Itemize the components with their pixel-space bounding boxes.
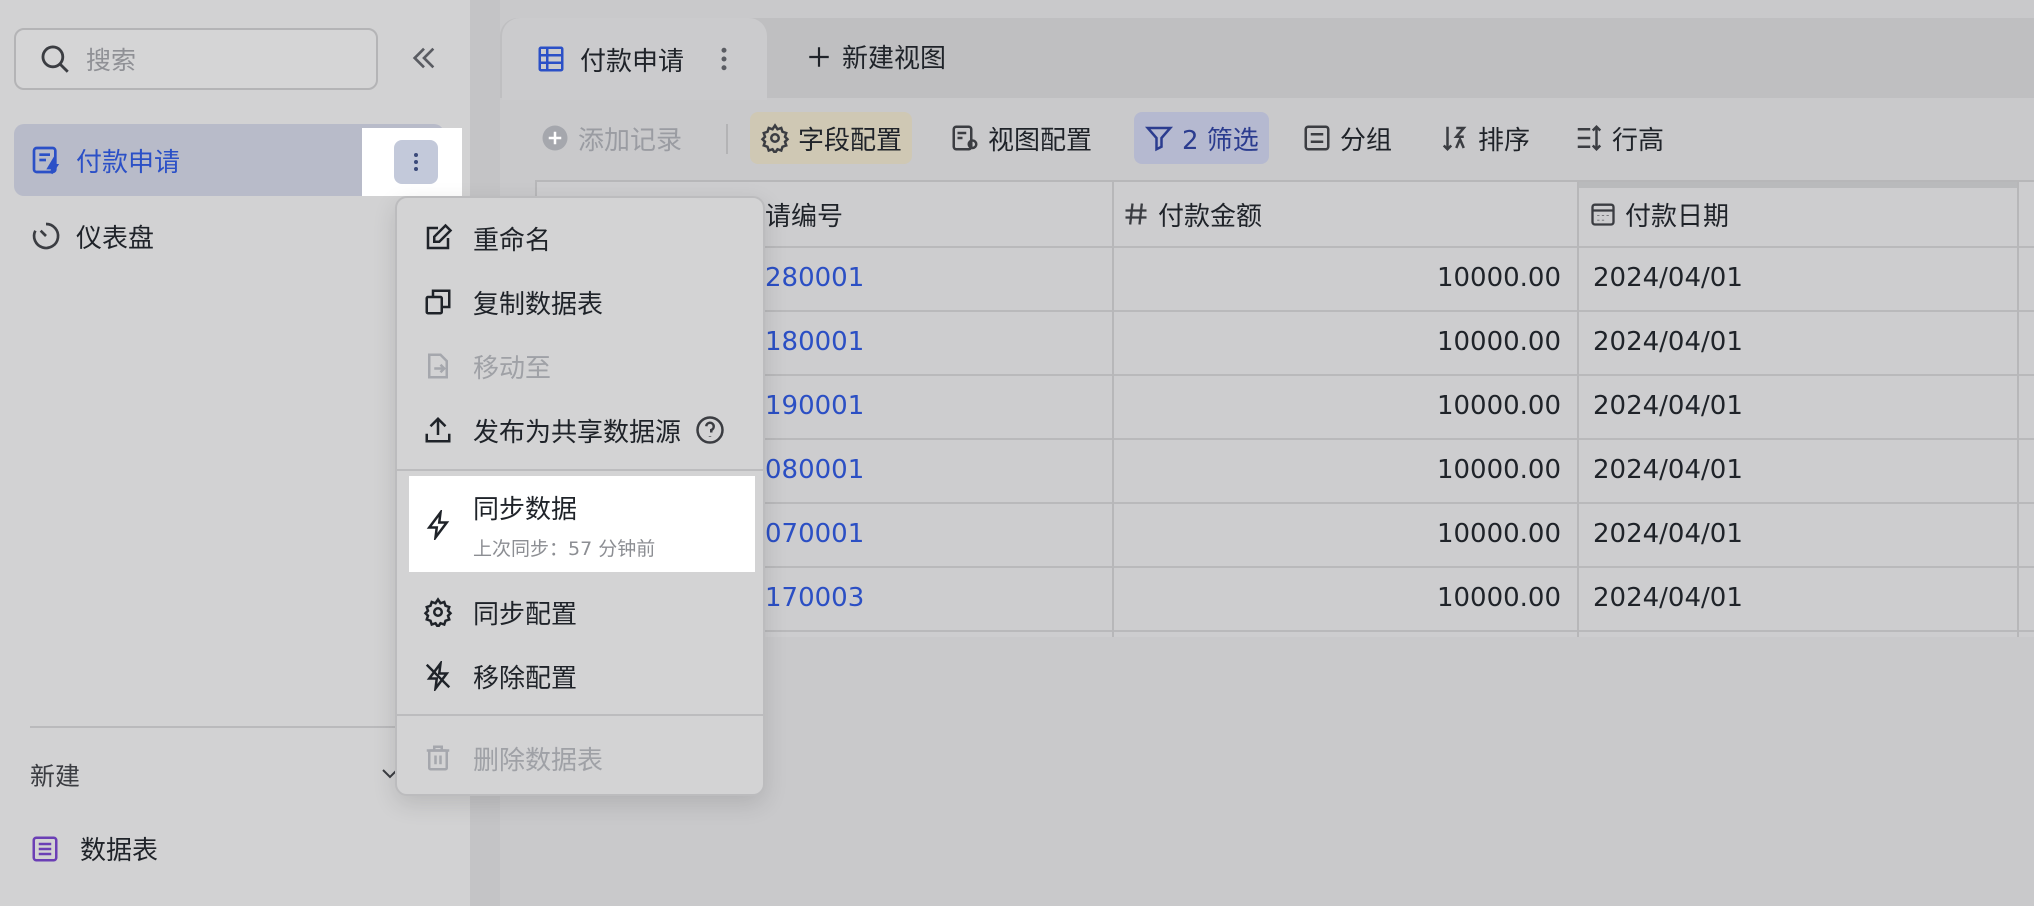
new-view-label: 新建视图	[842, 44, 947, 74]
sidebar-item-label: 仪表盘	[76, 223, 155, 254]
menu-item-remove-config[interactable]: 移除配置	[397, 646, 763, 706]
last-sync-text: 上次同步：57 分钟前	[473, 538, 656, 560]
view-settings-icon	[952, 125, 978, 151]
group-button[interactable]: 分组	[1302, 112, 1392, 164]
menu-item-label: 发布为共享数据源	[473, 417, 682, 448]
cell-amount[interactable]: 10000.00	[1112, 566, 1577, 630]
view-config-label: 视图配置	[988, 125, 1093, 156]
trash-icon	[426, 745, 450, 771]
search-placeholder: 搜索	[86, 46, 137, 75]
copy-icon	[425, 289, 451, 315]
menu-item-sync-data[interactable]: 同步数据 上次同步：57 分钟前	[397, 480, 763, 570]
add-record-button[interactable]: 添加记录	[540, 112, 682, 164]
menu-item-label: 删除数据表	[473, 745, 604, 776]
group-label: 分组	[1340, 125, 1393, 156]
menu-divider	[397, 714, 763, 716]
menu-item-sync-config[interactable]: 同步配置	[397, 582, 763, 642]
sidebar-item-label: 付款申请	[76, 147, 181, 178]
column-header-date[interactable]: 付款日期	[1577, 182, 2017, 246]
group-icon	[1304, 125, 1330, 151]
lightning-off-icon	[425, 661, 451, 691]
filter-label: 2 筛选	[1182, 125, 1259, 156]
column-header-label: 付款日期	[1625, 201, 1730, 232]
column-header-amount[interactable]: 付款金额	[1112, 182, 1577, 246]
sort-label: 排序	[1478, 125, 1531, 156]
gear-icon	[760, 123, 790, 153]
gear-icon	[423, 597, 453, 627]
column-divider	[1577, 182, 1579, 637]
more-options-button[interactable]	[394, 140, 438, 184]
cell-date[interactable]: 2024/04/01	[1577, 246, 2017, 310]
cell-amount[interactable]: 10000.00	[1112, 502, 1577, 566]
cell-amount[interactable]: 10000.00	[1112, 246, 1577, 310]
sort-icon	[1442, 126, 1467, 152]
sidebar-divider	[30, 726, 400, 728]
calendar-icon	[1591, 203, 1615, 226]
tab-payment-request[interactable]: 付款申请	[502, 18, 767, 100]
cell-amount[interactable]: 10000.00	[1112, 438, 1577, 502]
search-input[interactable]: 搜索	[14, 28, 378, 90]
tab-label: 付款申请	[580, 46, 685, 77]
table-icon	[32, 836, 58, 861]
sort-button[interactable]: 排序	[1440, 112, 1530, 164]
row-height-label: 行高	[1612, 125, 1665, 156]
add-record-label: 添加记录	[578, 125, 683, 156]
plus-icon	[809, 46, 829, 67]
context-menu: 重命名 复制数据表 移动至 发布为共享数据源 同步数据 上次同步：57 分钟前	[395, 196, 765, 796]
automated-table-icon	[32, 146, 60, 175]
lightning-icon	[426, 510, 450, 540]
menu-divider	[397, 469, 763, 471]
column-header-label: 付款金额	[1158, 201, 1263, 232]
row-height-icon	[1577, 124, 1602, 152]
dashboard-icon	[32, 222, 60, 250]
new-table-item[interactable]: 数据表	[30, 830, 158, 867]
row-height-button[interactable]: 行高	[1574, 112, 1664, 164]
menu-item-label: 移动至	[473, 353, 552, 384]
cell-date[interactable]: 2024/04/01	[1577, 502, 2017, 566]
cell-amount[interactable]: 10000.00	[1112, 310, 1577, 374]
sidebar-item-dashboard[interactable]: 仪表盘	[14, 200, 444, 272]
new-table-label: 数据表	[80, 836, 159, 866]
search-icon	[41, 45, 69, 73]
toolbar-divider	[726, 124, 728, 154]
column-divider	[2017, 182, 2019, 637]
cell-amount[interactable]: 10000.00	[1112, 374, 1577, 438]
menu-item-label: 同步配置	[473, 599, 578, 630]
add-circle-icon	[542, 125, 568, 151]
more-vertical-icon	[414, 153, 418, 171]
cell-date[interactable]: 2024/04/01	[1577, 310, 2017, 374]
menu-item-delete-table[interactable]: 删除数据表	[397, 728, 763, 788]
field-config-button[interactable]: 字段配置	[750, 112, 913, 164]
grid-view-icon	[538, 46, 564, 72]
column-divider	[1112, 182, 1114, 637]
menu-item-publish[interactable]: 发布为共享数据源	[397, 400, 763, 460]
view-config-button[interactable]: 视图配置	[950, 112, 1092, 164]
help-icon[interactable]	[695, 415, 725, 445]
collapse-sidebar-icon[interactable]	[408, 42, 440, 74]
cell-date[interactable]: 2024/04/01	[1577, 566, 2017, 630]
tab-more-icon[interactable]	[714, 44, 734, 74]
new-section-label: 新建	[30, 762, 81, 791]
menu-item-move-to[interactable]: 移动至	[397, 336, 763, 396]
cell-date[interactable]: 2024/04/01	[1577, 374, 2017, 438]
upload-icon	[425, 416, 451, 443]
field-config-label: 字段配置	[798, 125, 903, 156]
edit-icon	[426, 223, 453, 250]
menu-item-label: 重命名	[473, 225, 552, 256]
menu-item-label: 移除配置	[473, 663, 578, 694]
new-view-button[interactable]: 新建视图	[806, 38, 946, 75]
move-file-icon	[428, 353, 448, 379]
menu-item-label: 复制数据表	[473, 289, 604, 320]
menu-item-rename[interactable]: 重命名	[397, 208, 763, 268]
cell-date[interactable]: 2024/04/01	[1577, 438, 2017, 502]
number-icon	[1125, 203, 1147, 225]
filter-icon	[1144, 126, 1174, 152]
filter-button[interactable]: 2 筛选	[1134, 112, 1269, 164]
menu-item-label: 同步数据	[473, 495, 578, 525]
menu-item-copy-table[interactable]: 复制数据表	[397, 272, 763, 332]
